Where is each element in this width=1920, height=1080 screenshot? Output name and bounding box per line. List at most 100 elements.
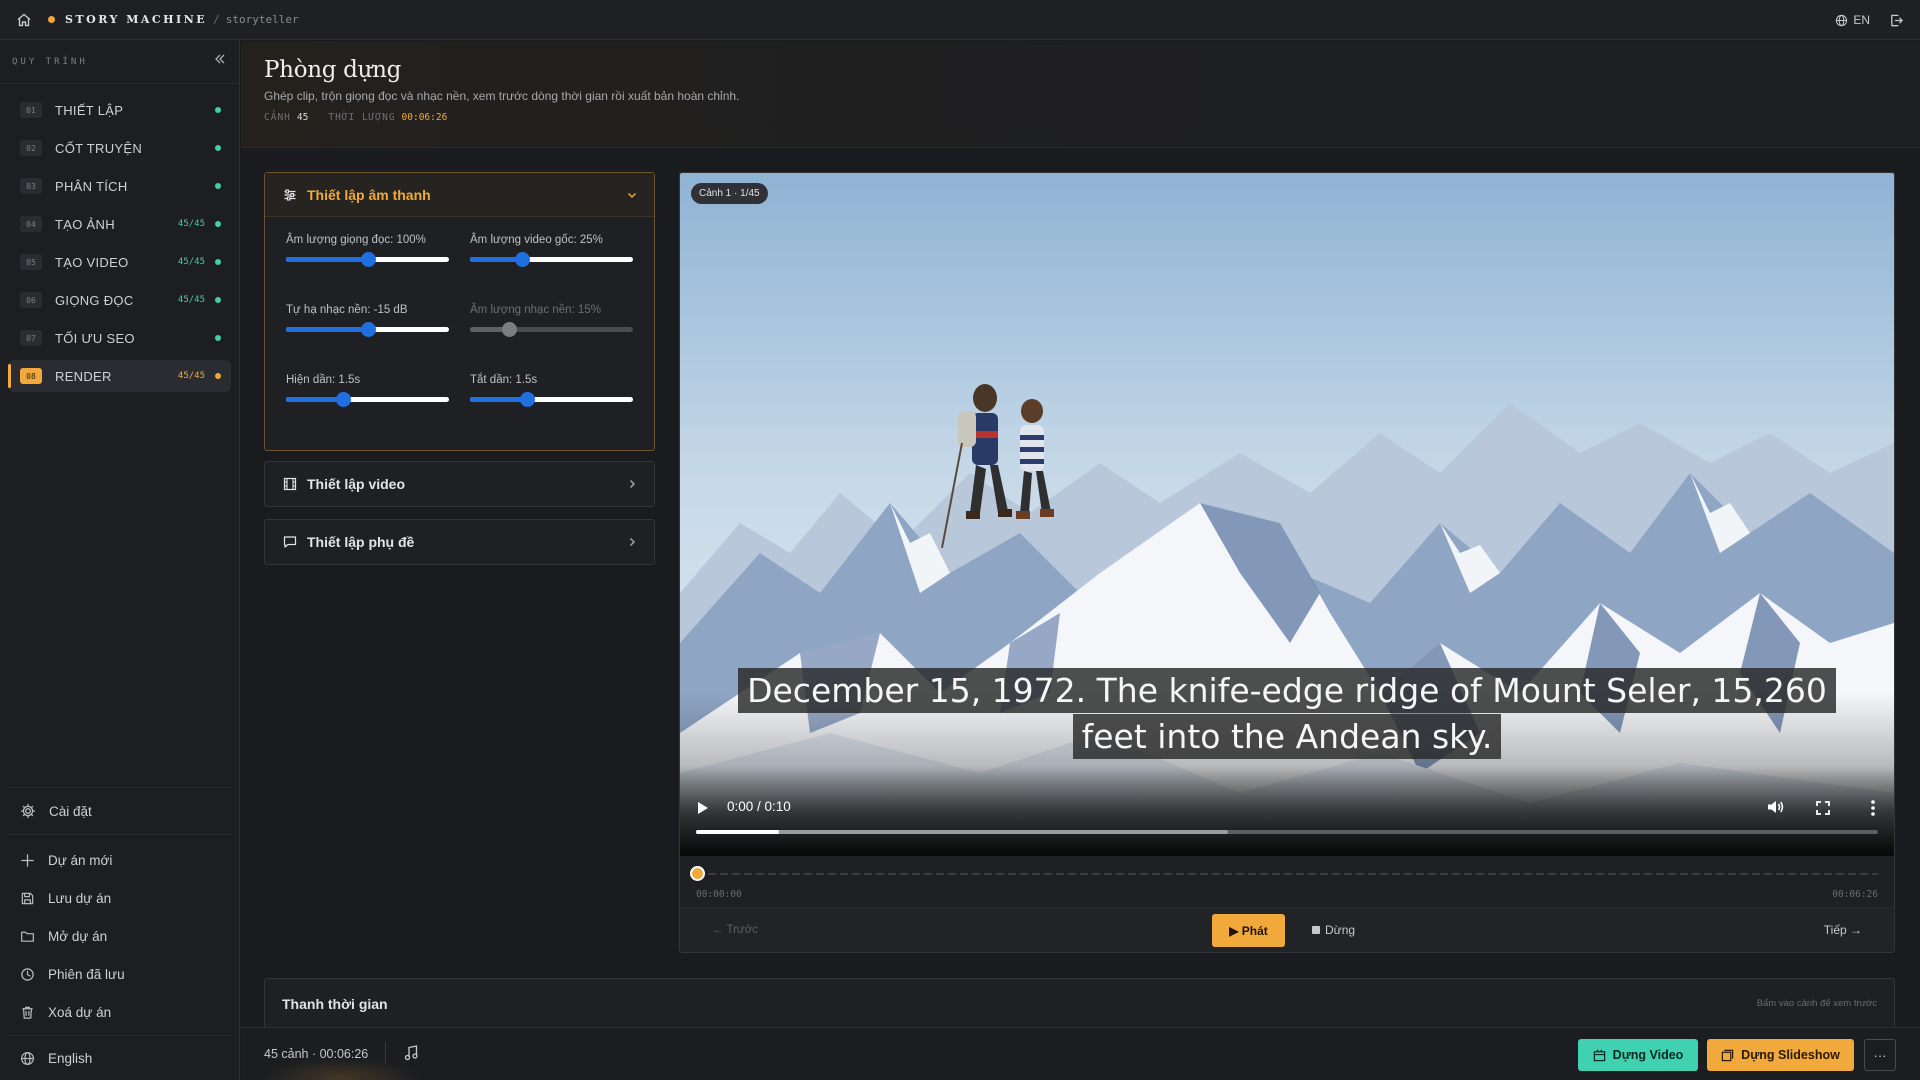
sidebar-step-giong-doc[interactable]: 06 GIỌNG ĐỌC 45/45: [8, 284, 231, 316]
scenes-value: 45: [296, 112, 309, 123]
delete-project-button[interactable]: Xoá dự án: [0, 993, 240, 1031]
subtitle-settings-title: Thiết lập phụ đề: [307, 534, 415, 550]
sidebar-step-thiet-lap[interactable]: 01 THIẾT LẬP: [8, 94, 231, 126]
step-count: 45/45: [177, 295, 205, 305]
original-video-volume-slider[interactable]: Âm lượng video gốc: 25%: [470, 234, 633, 267]
slider-knob[interactable]: [520, 392, 536, 407]
sidebar-step-toi-uu-seo[interactable]: 07 TỐI ƯU SEO: [8, 322, 231, 354]
slider-fill: [286, 257, 368, 262]
slider-track: [470, 322, 633, 337]
slider-fill: [286, 397, 344, 402]
step-count: 45/45: [177, 371, 205, 381]
settings-label: Cài đặt: [49, 803, 92, 819]
new-project-label: Dự án mới: [48, 852, 113, 868]
save-project-button[interactable]: Lưu dự án: [0, 879, 240, 917]
more-options-icon[interactable]: [1871, 800, 1875, 816]
page-description: Ghép clip, trộn giọng đọc và nhạc nền, x…: [264, 89, 740, 103]
previous-scene-button[interactable]: ← Trước: [712, 924, 758, 936]
step-number: 07: [20, 330, 42, 346]
chevron-right-icon: [630, 538, 635, 546]
music-volume-slider: Âm lượng nhạc nền: 15%: [470, 304, 633, 337]
slider-knob[interactable]: [360, 252, 376, 267]
save-icon: [21, 892, 34, 904]
next-scene-button[interactable]: Tiếp →: [1824, 923, 1862, 937]
fade-in-slider[interactable]: Hiện dần: 1.5s: [286, 374, 449, 407]
step-count: 45/45: [177, 219, 205, 229]
step-status-dot: [215, 259, 221, 265]
language-button[interactable]: English: [0, 1036, 240, 1080]
sidebar-step-phan-tich[interactable]: 03 PHÂN TÍCH: [8, 170, 231, 202]
slider-label: Hiện dần: 1.5s: [286, 374, 361, 386]
logout-icon[interactable]: [1886, 10, 1906, 30]
timeline-playhead[interactable]: [690, 866, 705, 881]
step-label: CỐT TRUYỆN: [55, 140, 143, 156]
new-project-button[interactable]: Dự án mới: [0, 841, 240, 879]
timeline-end-time: 00:06:26: [1832, 889, 1878, 900]
home-icon[interactable]: [0, 0, 48, 40]
step-number: 04: [20, 216, 42, 232]
sliders-icon: [284, 188, 296, 201]
build-slideshow-button[interactable]: Dựng Slideshow: [1707, 1039, 1854, 1071]
video-controls: 0:00 / 0:10: [680, 766, 1894, 856]
brand-dot: [48, 16, 55, 23]
caption-line-1: December 15, 1972. The knife-edge ridge …: [680, 668, 1894, 713]
slider-knob[interactable]: [360, 322, 376, 337]
collapse-sidebar-icon[interactable]: [213, 52, 227, 71]
step-label: THIẾT LẬP: [55, 102, 124, 118]
narration-volume-slider[interactable]: Âm lượng giọng đọc: 100%: [286, 234, 449, 267]
delete-project-label: Xoá dự án: [48, 1004, 112, 1020]
open-project-button[interactable]: Mở dự án: [0, 917, 240, 955]
slider-track[interactable]: [286, 322, 449, 337]
video-settings-panel[interactable]: Thiết lập video: [264, 461, 655, 507]
caption-text-1: December 15, 1972. The knife-edge ridge …: [738, 668, 1836, 713]
music-ducking-slider[interactable]: Tự hạ nhạc nền: -15 dB: [286, 304, 449, 337]
build-video-button[interactable]: Dựng Video: [1578, 1039, 1698, 1071]
step-number: 01: [20, 102, 42, 118]
scene-badge: Cảnh 1 · 1/45: [691, 183, 768, 204]
step-status-dot: [215, 221, 221, 227]
slider-track[interactable]: [470, 252, 633, 267]
slider-track[interactable]: [286, 252, 449, 267]
sidebar-step-tao-video[interactable]: 05 TẠO VIDEO 45/45: [8, 246, 231, 278]
scene-timeline-track[interactable]: [696, 873, 1878, 875]
duration-label: THỜI LƯỢNG: [328, 112, 396, 123]
step-label: PHÂN TÍCH: [55, 178, 128, 194]
open-project-label: Mở dự án: [48, 928, 108, 944]
timeline-title: Thanh thời gian: [282, 996, 388, 1012]
slider-knob[interactable]: [515, 252, 531, 267]
step-status-dot: [215, 107, 221, 113]
saved-sessions-button[interactable]: Phiên đã lưu: [0, 955, 240, 993]
settings-button[interactable]: Cài đặt: [0, 788, 240, 834]
subtitle-settings-header[interactable]: Thiết lập phụ đề: [265, 520, 654, 564]
audio-settings-header[interactable]: Thiết lập âm thanh: [265, 173, 654, 217]
build-slideshow-label: Dựng Slideshow: [1741, 1048, 1840, 1062]
trash-icon: [22, 1006, 33, 1019]
brand-name: STORY MACHINE: [65, 13, 208, 26]
top-bar: STORY MACHINE / storyteller EN: [0, 0, 1920, 40]
sidebar-step-tao-anh[interactable]: 04 TẠO ẢNH 45/45: [8, 208, 231, 240]
more-actions-button[interactable]: ···: [1864, 1039, 1896, 1071]
play-button[interactable]: ▶ Phát: [1212, 914, 1285, 947]
video-settings-header[interactable]: Thiết lập video: [265, 462, 654, 506]
video-preview[interactable]: Cảnh 1 · 1/45 December 15, 1972. The kni…: [680, 173, 1894, 856]
sidebar-step-cot-truyen[interactable]: 02 CỐT TRUYỆN: [8, 132, 231, 164]
slider-track[interactable]: [470, 392, 633, 407]
play-icon[interactable]: [697, 801, 709, 815]
fade-out-slider[interactable]: Tắt dần: 1.5s: [470, 374, 633, 407]
fullscreen-icon[interactable]: [1816, 801, 1830, 815]
globe-icon: [1836, 14, 1848, 26]
video-progress-bar[interactable]: [696, 830, 1878, 834]
sidebar-step-render[interactable]: 08 RENDER 45/45: [8, 360, 231, 392]
step-number: 05: [20, 254, 42, 270]
slider-knob[interactable]: [336, 392, 352, 407]
caption-text-2: feet into the Andean sky.: [1072, 714, 1502, 759]
music-icon[interactable]: [404, 1045, 418, 1066]
scenes-label: CẢNH: [264, 112, 291, 123]
slider-track[interactable]: [286, 392, 449, 407]
language-switcher[interactable]: EN: [1835, 13, 1870, 27]
stop-button[interactable]: Dừng: [1312, 923, 1355, 937]
playback-nav: ← Trước ▶ Phát Dừng Tiếp →: [680, 907, 1894, 952]
volume-icon[interactable]: [1767, 799, 1785, 815]
subtitle-settings-panel[interactable]: Thiết lập phụ đề: [264, 519, 655, 565]
step-number: 03: [20, 178, 42, 194]
